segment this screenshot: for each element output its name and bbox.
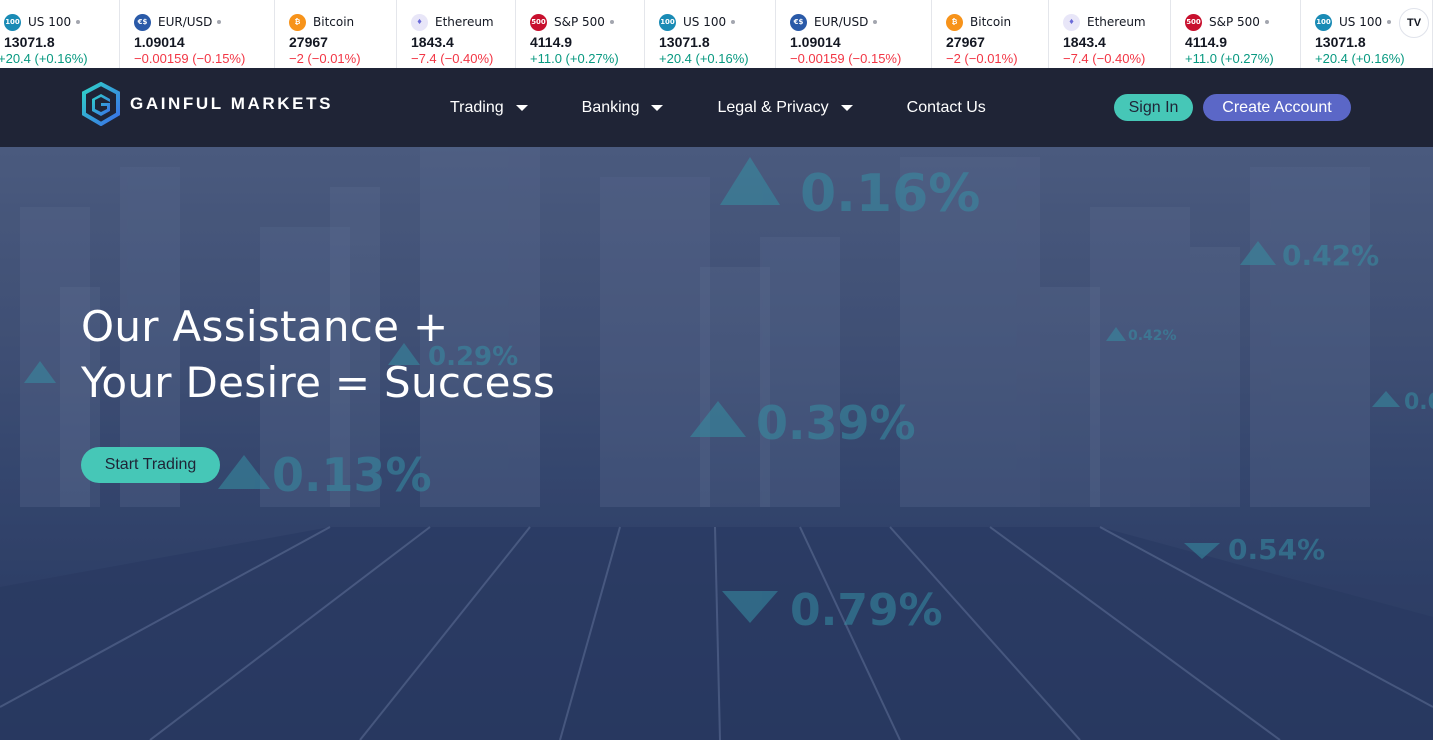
market-status-dot-icon [1387, 20, 1392, 24]
ticker-item[interactable]: 500 S&P 500 4114.9 +11.0 (+0.27%) [516, 0, 645, 68]
asset-logo-icon: ₿ [289, 13, 306, 31]
ticker-item-header: ₿ Bitcoin [946, 12, 1048, 32]
ticker-symbol: US 100 [683, 15, 727, 29]
ticker-item-header: 100 US 100 [4, 12, 119, 32]
ticker-price: 13071.8 [4, 34, 55, 50]
nav-contact-us[interactable]: Contact Us [907, 99, 986, 117]
ticker-price: 4114.9 [1185, 34, 1228, 50]
ticker-change: −0.00159 (−0.15%) [790, 51, 902, 66]
ticker-symbol: Bitcoin [970, 15, 1012, 29]
ticker-item-header: €$ EUR/USD [790, 12, 931, 32]
asset-logo-icon: 100 [1315, 13, 1332, 31]
market-status-dot-icon [731, 20, 736, 24]
ticker-price: 27967 [946, 34, 985, 50]
hero-section: 0.16% 0.42% 0.42% 0.29% 0.39% 0.13% 0.54… [0, 147, 1433, 740]
asset-logo-icon: 100 [659, 13, 676, 31]
market-ticker: 100 US 100 13071.8 +20.4 (+0.16%) €$ EUR/USD 1… [0, 0, 1433, 68]
ticker-item-header: €$ EUR/USD [134, 12, 274, 32]
hero-title: Our Assistance + Your Desire = Success [81, 299, 555, 411]
asset-logo-icon: ♦ [411, 13, 428, 31]
ticker-change: +20.4 (+0.16%) [659, 51, 749, 66]
tradingview-logo-icon[interactable]: TV [1399, 8, 1429, 38]
asset-logo-icon: ♦ [1063, 13, 1080, 31]
sign-in-button[interactable]: Sign In [1114, 94, 1193, 121]
market-status-dot-icon [609, 20, 614, 24]
ticker-item-header: ₿ Bitcoin [289, 12, 396, 32]
ticker-item[interactable]: 100 US 100 13071.8 +20.4 (+0.16%) [645, 0, 776, 68]
asset-logo-icon: 500 [1185, 13, 1202, 31]
ticker-item[interactable]: 500 S&P 500 4114.9 +11.0 (+0.27%) [1171, 0, 1301, 68]
ticker-item-header: 100 US 100 [659, 12, 775, 32]
ticker-change: +20.4 (+0.16%) [0, 51, 88, 66]
ticker-price: 4114.9 [530, 34, 573, 50]
ticker-symbol: US 100 [1339, 15, 1383, 29]
ticker-change: +11.0 (+0.27%) [530, 51, 619, 66]
market-status-dot-icon [873, 20, 878, 24]
ticker-price: 27967 [289, 34, 328, 50]
asset-logo-icon: ₿ [946, 13, 963, 31]
main-navbar: GAINFUL MARKETS Trading Banking Legal & … [0, 68, 1433, 147]
ticker-item[interactable]: €$ EUR/USD 1.09014 −0.00159 (−0.15%) [776, 0, 932, 68]
nav-trading[interactable]: Trading [450, 99, 528, 117]
ticker-item-header: ♦ Ethereum [411, 12, 515, 32]
brand-logo[interactable]: GAINFUL MARKETS [82, 82, 333, 126]
ticker-symbol: EUR/USD [814, 15, 869, 29]
ticker-price: 1.09014 [134, 34, 185, 50]
market-status-dot-icon [76, 20, 81, 24]
ticker-change: −2 (−0.01%) [289, 51, 361, 66]
ticker-item[interactable]: ₿ Bitcoin 27967 −2 (−0.01%) [275, 0, 397, 68]
nav-legal-label: Legal & Privacy [717, 98, 829, 116]
ticker-price: 13071.8 [659, 34, 710, 50]
ticker-change: −7.4 (−0.40%) [411, 51, 494, 66]
ticker-symbol: Ethereum [1087, 15, 1146, 29]
ticker-item-header: 500 S&P 500 [1185, 12, 1300, 32]
chevron-down-icon [840, 104, 853, 111]
ticker-symbol: EUR/USD [158, 15, 213, 29]
cube-logo-icon [82, 82, 120, 126]
ticker-change: −7.4 (−0.40%) [1063, 51, 1146, 66]
ticker-symbol: US 100 [28, 15, 72, 29]
ticker-change: +20.4 (+0.16%) [1315, 51, 1405, 66]
ticker-price: 1.09014 [790, 34, 841, 50]
brand-name: GAINFUL MARKETS [130, 94, 334, 113]
hero-background-image: 0.16% 0.42% 0.42% 0.29% 0.39% 0.13% 0.54… [0, 147, 1433, 740]
hero-title-line2: Your Desire = Success [81, 358, 556, 407]
ticker-item[interactable]: 100 US 100 13071.8 +20.4 (+0.16%) [0, 0, 120, 68]
ticker-item-header: 500 S&P 500 [530, 12, 644, 32]
ticker-symbol: Bitcoin [313, 15, 355, 29]
ticker-item-header: ♦ Ethereum [1063, 12, 1170, 32]
nav-trading-label: Trading [450, 98, 504, 116]
ticker-price: 1843.4 [1063, 34, 1106, 50]
ticker-symbol: S&P 500 [554, 15, 605, 29]
ticker-track: 100 US 100 13071.8 +20.4 (+0.16%) €$ EUR/USD 1… [0, 0, 1433, 68]
hero-title-line1: Our Assistance + [81, 302, 449, 351]
market-status-dot-icon [1264, 20, 1269, 24]
ticker-price: 1843.4 [411, 34, 454, 50]
create-account-button[interactable]: Create Account [1203, 94, 1351, 121]
asset-logo-icon: €$ [134, 13, 151, 31]
ticker-symbol: S&P 500 [1209, 15, 1260, 29]
market-status-dot-icon [217, 20, 222, 24]
ticker-change: −2 (−0.01%) [946, 51, 1018, 66]
ticker-item[interactable]: €$ EUR/USD 1.09014 −0.00159 (−0.15%) [120, 0, 275, 68]
chevron-down-icon [515, 104, 528, 111]
asset-logo-icon: 500 [530, 13, 547, 31]
asset-logo-icon: €$ [790, 13, 807, 31]
nav-contact-label: Contact Us [906, 98, 986, 116]
chevron-down-icon [651, 104, 664, 111]
nav-banking[interactable]: Banking [582, 99, 664, 117]
ticker-symbol: Ethereum [435, 15, 494, 29]
ticker-item[interactable]: ₿ Bitcoin 27967 −2 (−0.01%) [932, 0, 1049, 68]
asset-logo-icon: 100 [4, 13, 21, 31]
nav-links: Trading Banking Legal & Privacy Contact … [450, 68, 1040, 147]
ticker-item[interactable]: ♦ Ethereum 1843.4 −7.4 (−0.40%) [397, 0, 516, 68]
start-trading-button[interactable]: Start Trading [81, 447, 220, 483]
nav-banking-label: Banking [581, 98, 640, 116]
nav-legal-privacy[interactable]: Legal & Privacy [717, 98, 853, 117]
ticker-item[interactable]: ♦ Ethereum 1843.4 −7.4 (−0.40%) [1049, 0, 1171, 68]
ticker-change: −0.00159 (−0.15%) [134, 51, 246, 66]
ticker-change: +11.0 (+0.27%) [1185, 51, 1274, 66]
